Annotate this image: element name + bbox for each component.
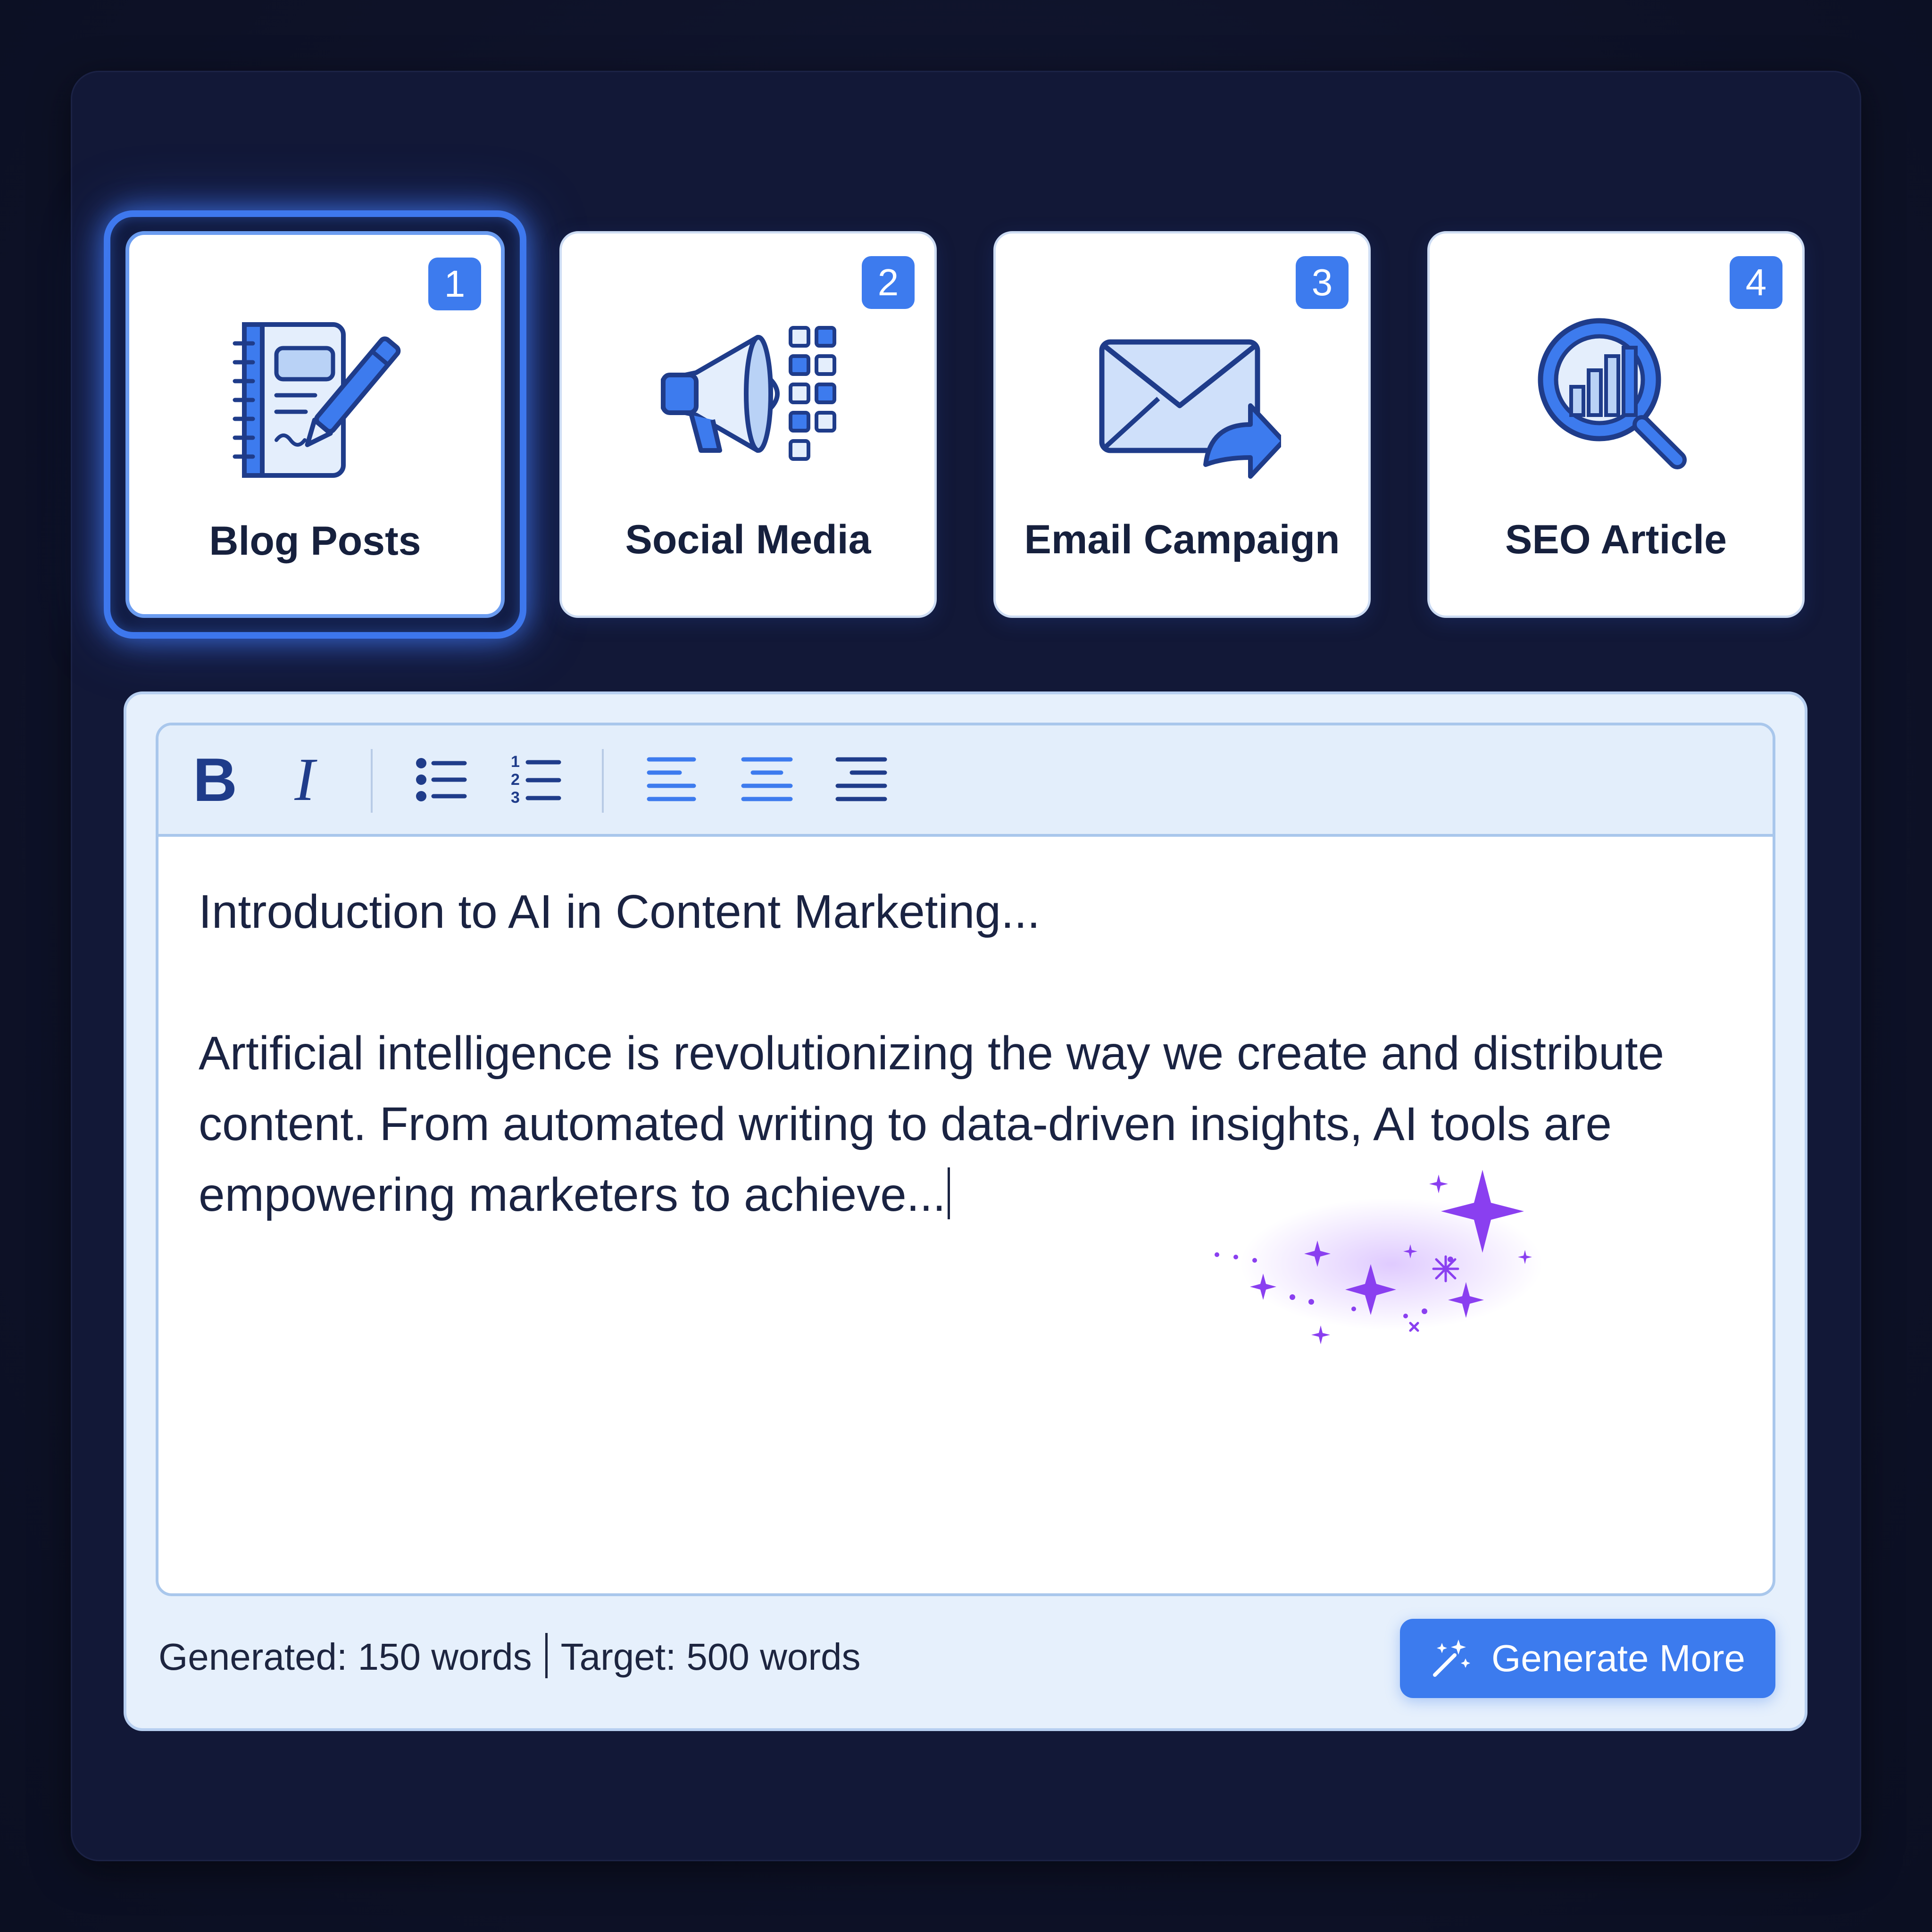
- template-label: SEO Article: [1505, 517, 1727, 562]
- template-card-email-campaign[interactable]: 3 Email Campaign: [993, 231, 1371, 618]
- bold-icon: B: [193, 745, 237, 814]
- italic-button[interactable]: I: [272, 744, 338, 815]
- template-label: Blog Posts: [209, 518, 421, 564]
- bullet-list-icon: [416, 758, 467, 801]
- text-cursor: [948, 1167, 950, 1219]
- template-number-badge: 2: [862, 256, 915, 309]
- magnifier-chart-icon: [1538, 318, 1687, 469]
- template-label: Social Media: [625, 517, 871, 562]
- align-left-button[interactable]: [640, 744, 706, 815]
- svg-text:2: 2: [511, 771, 520, 789]
- template-number-badge: 1: [428, 258, 481, 310]
- numbered-list-icon: 123: [511, 754, 561, 806]
- sparkles-icon: [1215, 1170, 1542, 1344]
- toolbar-separator: [371, 749, 373, 813]
- align-left-icon: [647, 757, 696, 801]
- generate-more-label: Generate More: [1491, 1637, 1746, 1679]
- align-center-button[interactable]: [734, 744, 800, 815]
- status-divider: [545, 1633, 548, 1678]
- editor-container: B I 123 Introduction to AI in Content Ma…: [124, 691, 1807, 1731]
- align-right-button[interactable]: [828, 744, 894, 815]
- italic-icon: I: [294, 746, 315, 814]
- align-center-icon: [741, 757, 793, 801]
- word-count-status: Generated: 150 words Target: 500 words: [158, 1633, 861, 1679]
- template-number-badge: 4: [1730, 256, 1782, 309]
- template-card-social-media[interactable]: 2 Social Media: [559, 231, 937, 618]
- generate-more-button[interactable]: Generate More: [1400, 1619, 1775, 1698]
- bullet-list-button[interactable]: [408, 744, 475, 815]
- rich-text-editor[interactable]: B I 123 Introduction to AI in Content Ma…: [156, 723, 1775, 1596]
- template-number-badge: 3: [1296, 256, 1349, 309]
- magic-wand-icon: [1432, 1640, 1470, 1677]
- toolbar-separator: [602, 749, 604, 813]
- app-background: 1 Blog Posts 2 Social Media 3 Email Camp…: [0, 0, 1932, 1932]
- editor-toolbar: B I 123: [158, 725, 1773, 837]
- megaphone-icon: [661, 326, 836, 461]
- numbered-list-button[interactable]: 123: [503, 744, 569, 815]
- template-label: Email Campaign: [1024, 517, 1340, 562]
- notebook-pen-icon: [233, 322, 401, 478]
- align-right-icon: [835, 757, 887, 801]
- template-card-seo-article[interactable]: 4 SEO Article: [1427, 231, 1805, 618]
- target-count: Target: 500 words: [560, 1636, 861, 1678]
- svg-text:3: 3: [511, 789, 520, 806]
- document-heading: Introduction to AI in Content Marketing.…: [199, 885, 1041, 938]
- envelope-forward-icon: [1099, 339, 1281, 479]
- template-card-blog-posts[interactable]: 1 Blog Posts: [125, 231, 505, 618]
- generated-count: Generated: 150 words: [158, 1636, 532, 1678]
- bold-button[interactable]: B: [182, 744, 248, 815]
- svg-text:1: 1: [511, 754, 520, 771]
